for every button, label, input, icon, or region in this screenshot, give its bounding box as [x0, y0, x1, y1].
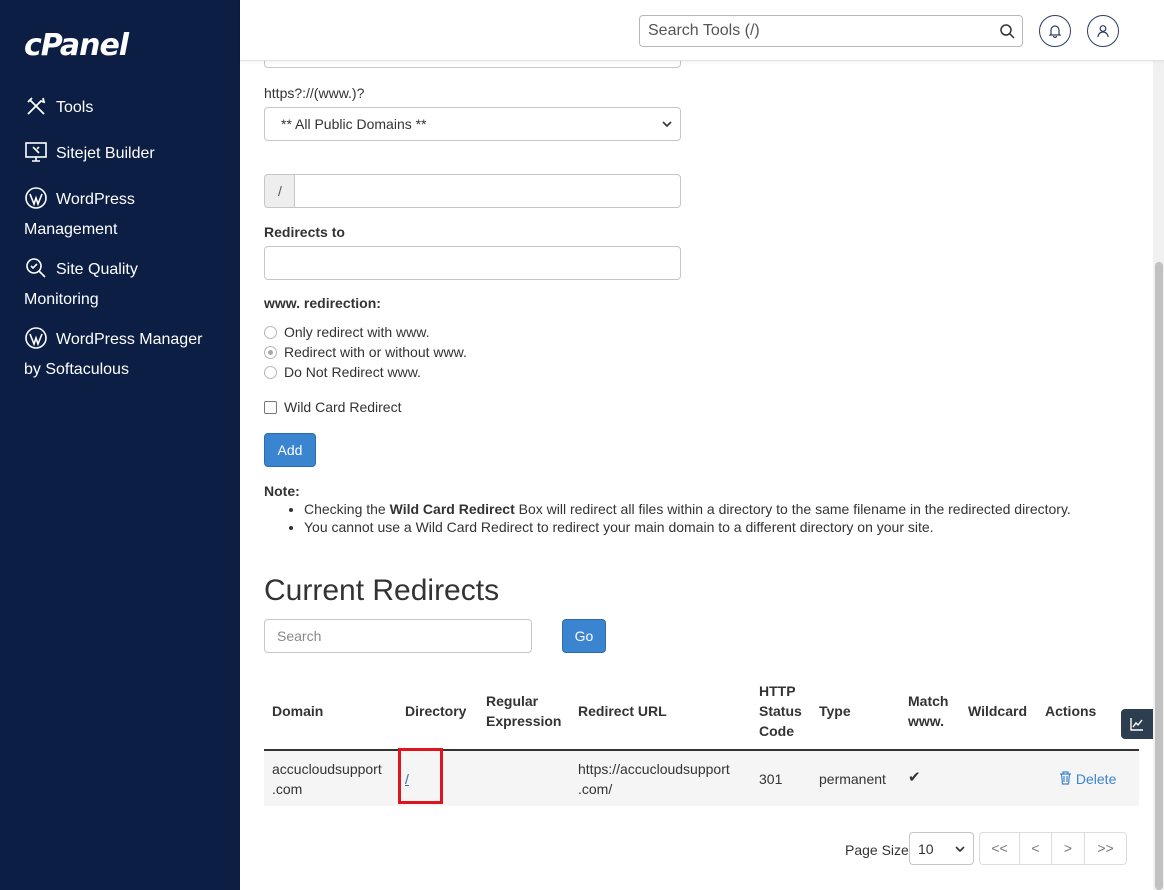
search-tools-input[interactable]: Search Tools (/): [639, 15, 1023, 47]
sidebar-item-label: Site Quality: [56, 261, 138, 278]
search-icon[interactable]: [999, 23, 1015, 39]
monitor-icon: [24, 140, 48, 164]
col-http-status[interactable]: HTTP Status Code: [759, 681, 802, 741]
stats-toggle-button[interactable]: [1121, 709, 1153, 739]
next-page-button[interactable]: >: [1051, 832, 1085, 865]
col-wildcard[interactable]: Wildcard: [968, 701, 1027, 721]
cell-domain: accucloudsupport .com: [272, 761, 382, 797]
radio-label: Do Not Redirect www.: [284, 364, 421, 380]
wordpress-icon: [24, 326, 48, 350]
note-item: Checking the Wild Card Redirect Box will…: [304, 500, 1071, 518]
check-icon: ✔: [908, 769, 921, 786]
highlight-box: [398, 748, 443, 804]
chevron-down-icon: [955, 846, 965, 853]
cell-redirect-url: https://accucloudsupport .com/: [578, 761, 730, 797]
col-type[interactable]: Type: [819, 701, 851, 721]
sidebar-item-label: WordPress: [56, 191, 135, 208]
radio-label: Only redirect with www.: [284, 324, 430, 340]
wordpress-icon: [24, 186, 48, 210]
magnifier-icon: [24, 256, 48, 280]
path-prefix: /: [264, 174, 295, 208]
user-icon: [1097, 25, 1109, 38]
sidebar-item-label: Tools: [56, 99, 94, 116]
sidebar-item-tools[interactable]: Tools: [24, 93, 224, 123]
trash-icon: [1060, 771, 1071, 785]
radio-do-not-redirect[interactable]: Do Not Redirect www.: [264, 364, 421, 380]
chart-line-icon: [1130, 718, 1143, 731]
note-item: You cannot use a Wild Card Redirect to r…: [304, 518, 1071, 536]
sidebar-item-wordpress-management[interactable]: WordPress Management: [24, 185, 224, 245]
col-domain[interactable]: Domain: [272, 701, 323, 721]
bell-icon: [1048, 25, 1062, 38]
col-regular-expression[interactable]: Regular Expression: [486, 691, 561, 731]
search-placeholder: Search: [277, 628, 322, 644]
cell-status-code: 301: [759, 771, 783, 787]
domain-select-value: ** All Public Domains **: [281, 116, 427, 132]
checkbox-label: Wild Card Redirect: [284, 399, 402, 415]
page-size-select[interactable]: 10: [909, 832, 974, 865]
domain-select[interactable]: ** All Public Domains **: [264, 107, 681, 141]
radio-button[interactable]: [264, 345, 277, 359]
chevron-down-icon: [662, 121, 672, 128]
sidebar-item-label: Sitejet Builder: [56, 145, 155, 162]
cell-type: permanent: [819, 771, 886, 787]
prev-page-button[interactable]: <: [1019, 832, 1052, 865]
sidebar-item-label-line2: Monitoring: [24, 291, 99, 308]
main-content: https?://(www.)? ** All Public Domains *…: [240, 0, 1153, 890]
last-page-button[interactable]: >>: [1084, 832, 1127, 865]
redirects-search-input[interactable]: Search: [264, 619, 532, 653]
sidebar-item-label-line2: by Softaculous: [24, 361, 129, 378]
note-title: Note:: [264, 483, 300, 499]
sidebar-item-wordpress-manager[interactable]: WordPress Manager by Softaculous: [24, 325, 224, 385]
sidebar-item-site-quality[interactable]: Site Quality Monitoring: [24, 255, 224, 315]
col-directory[interactable]: Directory: [405, 701, 466, 721]
sidebar-item-sitejet[interactable]: Sitejet Builder: [24, 139, 224, 169]
scrollbar-thumb[interactable]: [1155, 262, 1163, 890]
delete-button[interactable]: Delete: [1059, 769, 1116, 789]
path-input[interactable]: [294, 174, 681, 208]
radio-button[interactable]: [264, 325, 277, 339]
www-redirection-label: www. redirection:: [264, 295, 381, 311]
redirects-to-input[interactable]: [264, 246, 681, 280]
add-button[interactable]: Add: [264, 433, 316, 467]
wildcard-redirect-checkbox[interactable]: Wild Card Redirect: [264, 399, 401, 415]
radio-with-or-without-www[interactable]: Redirect with or without www.: [264, 344, 467, 360]
delete-label: Delete: [1075, 771, 1117, 787]
redirects-to-label: Redirects to: [264, 224, 345, 240]
sidebar-item-label-line2: Management: [24, 221, 118, 238]
user-menu-button[interactable]: [1087, 15, 1119, 47]
go-button[interactable]: Go: [562, 619, 606, 653]
search-tools-placeholder: Search Tools (/): [648, 22, 760, 39]
protocol-label: https?://(www.)?: [264, 85, 365, 101]
radio-label: Redirect with or without www.: [284, 344, 467, 360]
page-size-label: Page Size: [845, 842, 909, 858]
note-list: Checking the Wild Card Redirect Box will…: [304, 500, 1071, 536]
notifications-button[interactable]: [1039, 15, 1071, 47]
first-page-button[interactable]: <<: [979, 832, 1020, 865]
sidebar: cPanel Tools Sitejet Builder WordPress M…: [0, 0, 240, 890]
tools-icon: [24, 94, 48, 118]
sidebar-item-label: WordPress Manager: [56, 331, 203, 348]
checkbox[interactable]: [264, 400, 277, 414]
current-redirects-heading: Current Redirects: [264, 574, 500, 607]
col-actions: Actions: [1045, 703, 1097, 719]
cpanel-logo[interactable]: cPanel: [24, 28, 129, 63]
col-redirect-url[interactable]: Redirect URL: [578, 701, 667, 721]
radio-only-www[interactable]: Only redirect with www.: [264, 324, 429, 340]
page-size-value: 10: [918, 840, 934, 857]
radio-button[interactable]: [264, 365, 277, 379]
col-match-www[interactable]: Match www.: [908, 691, 948, 731]
top-header: Search Tools (/): [240, 0, 1164, 61]
